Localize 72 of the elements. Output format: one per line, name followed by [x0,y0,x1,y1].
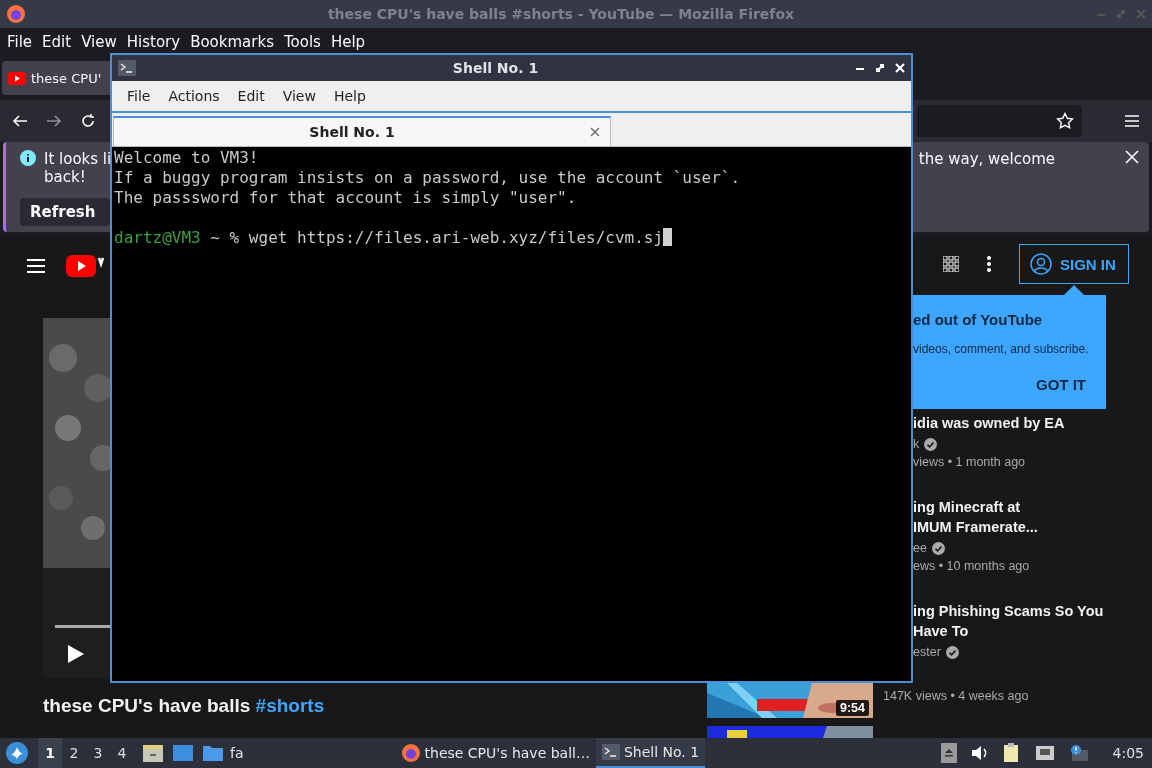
popup-text: videos, comment, and subscribe. [913,341,1090,356]
terminal-output: Welcome to VM3! If a buggy program insists on a password, use the account `user`. The passsword for that account is simply "user". dartz@VM3 ~ % wget https://files.ari-web.xyz/files/cvm.sj [113,147,742,249]
notification-text: back! [43,168,87,186]
taskbar-task[interactable]: these CPU's have ball… [394,738,596,768]
folder-icon[interactable] [202,743,224,763]
desktop-icon[interactable] [172,743,194,763]
clipboard-icon[interactable] [1002,743,1021,763]
video-title: these CPU's have balls #shorts [43,695,325,717]
sign-in-button[interactable]: SIGN IN [1019,244,1129,285]
folder-label[interactable]: fa [224,738,250,768]
video-title[interactable]: ing Phishing Scams So You [913,601,1152,621]
menu-item[interactable]: Help [325,33,371,51]
menu-item[interactable]: File [2,33,38,51]
workspace-button[interactable]: 4 [110,738,134,768]
menu-item[interactable]: File [118,88,160,104]
close-icon[interactable] [590,127,600,137]
browser-tab[interactable]: these CPU' [2,61,110,95]
taskbar-task[interactable]: Shell No. 1 [595,738,706,768]
menu-item[interactable]: Edit [228,88,274,104]
popup-title: ed out of YouTube [913,310,1044,328]
reload-icon[interactable] [80,113,96,129]
channel-name: ester [913,645,941,659]
video-title[interactable]: Have To [913,621,1152,641]
menu-item[interactable]: Actions [159,88,229,104]
user-icon [1030,253,1052,276]
more-icon[interactable] [987,256,991,273]
terminal-icon [601,744,620,760]
video-meta: views • 1 month ago [913,455,1027,469]
video-title[interactable]: idia was owned by EA [913,413,1152,433]
clock: 4:05 [1112,745,1144,761]
play-logo-icon[interactable] [66,255,104,277]
back-icon[interactable] [12,113,28,129]
refresh-button[interactable]: Refresh [20,198,110,226]
notification-icon[interactable] [1068,744,1089,762]
file-cabinet-icon[interactable] [142,743,164,763]
forward-icon[interactable] [46,113,62,129]
browser-logo-icon [6,4,26,24]
apps-grid-icon[interactable] [943,256,959,273]
window-title: these CPU's have balls #shorts - YouTube — Mozilla Firefox [326,6,796,22]
channel-name: k [913,437,920,451]
workspace-button[interactable]: 2 [62,738,86,768]
menu-item[interactable]: Bookmarks [185,33,279,51]
menu-icon[interactable] [1124,114,1140,128]
menu-item[interactable]: Tools [278,33,326,51]
notification-text: the way, welcome [918,150,1055,168]
got-it-button[interactable]: GOT IT [1036,375,1086,393]
info-icon [20,150,36,166]
video-meta: 147K views • 4 weeks ago [883,689,1029,703]
video-title[interactable]: ing Minecraft at [913,497,1152,517]
browser-logo-icon [400,743,421,763]
workspace-button[interactable]: 1 [38,738,62,768]
play-logo-icon [8,71,26,85]
workspace-button[interactable]: 3 [86,738,110,768]
play-icon[interactable] [67,644,85,664]
menu-item[interactable]: Edit [37,33,77,51]
menu-item[interactable]: History [121,33,186,51]
window-title: Shell No. 1 [451,60,540,76]
menu-item[interactable]: View [76,33,122,51]
menu-item[interactable]: Help [324,88,375,104]
menu-item[interactable]: View [273,88,325,104]
channel-name: ee [913,541,927,555]
duration-badge: 9:54 [835,700,869,716]
notification-text: It looks li [44,150,112,168]
eject-icon[interactable] [940,743,957,763]
star-icon[interactable] [1056,112,1074,130]
menu-icon[interactable] [26,258,46,274]
network-icon[interactable] [1034,745,1055,761]
video-meta: ews • 10 months ago [913,559,1031,573]
volume-icon[interactable] [970,745,989,761]
terminal-icon [118,60,136,76]
video-title[interactable]: IMUM Framerate... [913,517,1152,537]
terminal-tab[interactable]: Shell No. 1 [113,116,611,146]
